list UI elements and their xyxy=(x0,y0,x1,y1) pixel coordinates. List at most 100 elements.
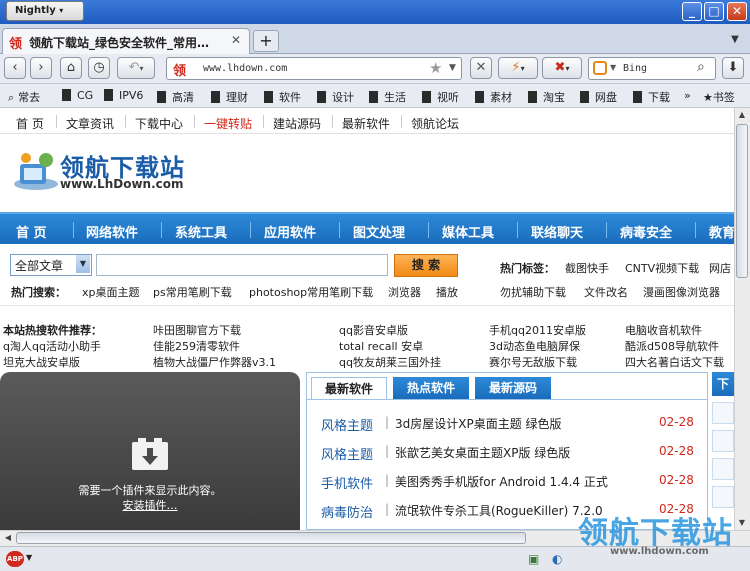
side-list-item[interactable] xyxy=(712,402,734,424)
hot-software-link[interactable]: 酷派d508导航软件 xyxy=(625,338,719,354)
bing-engine-icon[interactable] xyxy=(593,61,607,75)
stop-button[interactable]: ✕ xyxy=(470,57,492,79)
bookmark-item[interactable]: 下载 xyxy=(633,89,670,105)
home-button[interactable]: ⌂ xyxy=(60,57,82,79)
bookmark-item[interactable]: 理财 xyxy=(211,89,248,105)
scroll-left-icon[interactable]: ◀ xyxy=(0,533,16,542)
chevron-down-icon[interactable]: ▼ xyxy=(26,553,32,562)
url-bar[interactable]: 领 www.lhdown.com ★ ▼ xyxy=(166,57,462,80)
bookmarks-menu-button[interactable]: ★书签 xyxy=(703,89,735,105)
mainnav-item[interactable]: 联络聊天 xyxy=(531,222,583,241)
maximize-button[interactable]: □ xyxy=(704,2,724,21)
hot-tag-link[interactable]: 勿扰辅助下载 xyxy=(500,284,566,300)
scroll-up-icon[interactable]: ▲ xyxy=(734,110,750,119)
topnav-link[interactable]: 领航论坛 xyxy=(411,115,459,132)
tab-hot-software[interactable]: 热点软件 xyxy=(393,377,469,399)
hot-software-link[interactable]: 佳能259清零软件 xyxy=(153,338,240,354)
news-title[interactable]: 美图秀秀手机版for Android 1.4.4 正式 xyxy=(395,473,608,490)
news-title[interactable]: 3d房屋设计XP桌面主题 绿色版 xyxy=(395,415,562,432)
mainnav-item[interactable]: 图文处理 xyxy=(353,222,405,241)
mainnav-item[interactable]: 媒体工具 xyxy=(442,222,494,241)
topnav-link[interactable]: 建站源码 xyxy=(273,115,321,132)
tab-latest-source[interactable]: 最新源码 xyxy=(475,377,551,399)
news-row[interactable]: 风格主题 | 张歆艺美女桌面主题XP版 绿色版 02-28 xyxy=(321,444,701,466)
hot-software-link[interactable]: qq影音安卓版 xyxy=(339,322,408,338)
news-category[interactable]: 风格主题 xyxy=(321,415,373,434)
adblock-icon[interactable]: ABP xyxy=(6,551,24,567)
bookmark-item[interactable]: 设计 xyxy=(317,89,354,105)
topnav-link[interactable]: 最新软件 xyxy=(342,115,390,132)
topnav-link-highlight[interactable]: 一键转贴 xyxy=(204,115,252,132)
minimize-button[interactable]: _ xyxy=(682,2,702,21)
side-list-item[interactable] xyxy=(712,486,734,508)
browser-tab[interactable]: 领 领航下载站_绿色安全软件_常用… ✕ xyxy=(2,28,250,54)
close-tab-icon[interactable]: ✕ xyxy=(231,33,241,47)
hot-software-link[interactable]: 咔田图聊官方下载 xyxy=(153,322,241,338)
url-dropdown-icon[interactable]: ▼ xyxy=(449,63,456,73)
news-row[interactable]: 风格主题 | 3d房屋设计XP桌面主题 绿色版 02-28 xyxy=(321,415,701,437)
search-magnifier-icon[interactable]: ⌕ xyxy=(697,59,705,75)
history-button[interactable]: ◷ xyxy=(88,57,110,79)
bookmark-item[interactable]: 生活 xyxy=(369,89,406,105)
hot-software-link[interactable]: 手机qq2011安卓版 xyxy=(489,322,586,338)
missing-plugin-placeholder[interactable]: 需要一个插件来显示此内容。 安装插件… xyxy=(0,372,300,530)
side-list-item[interactable] xyxy=(712,430,734,452)
scroll-down-icon[interactable]: ▼ xyxy=(734,518,750,527)
site-search-button[interactable]: 搜 索 xyxy=(394,254,458,277)
bookmark-item[interactable]: 网盘 xyxy=(580,89,617,105)
bookmark-item[interactable]: IPV6 xyxy=(104,89,143,102)
hot-tag-link[interactable]: 截图快手 xyxy=(565,260,609,276)
bookmark-item[interactable]: 高清 xyxy=(157,89,194,105)
news-title[interactable]: 流氓软件专杀工具(RogueKiller) 7.2.0 xyxy=(395,502,603,519)
topnav-link[interactable]: 下载中心 xyxy=(135,115,183,132)
side-list-item[interactable] xyxy=(712,458,734,480)
forward-button[interactable]: › xyxy=(30,57,52,79)
horizontal-scroll-thumb[interactable] xyxy=(16,532,526,544)
hot-tag-link[interactable]: 网店 xyxy=(709,260,731,276)
news-title[interactable]: 张歆艺美女桌面主题XP版 绿色版 xyxy=(395,444,570,461)
hot-tag-link[interactable]: 文件改名 xyxy=(584,284,628,300)
mainnav-item[interactable]: 系统工具 xyxy=(175,222,227,241)
hot-keyword-link[interactable]: ps常用笔刷下载 xyxy=(153,284,232,300)
tab-latest-software[interactable]: 最新软件 xyxy=(311,377,387,399)
bookmark-item[interactable]: 素材 xyxy=(475,89,512,105)
bookmark-item[interactable]: 软件 xyxy=(264,89,301,105)
news-category[interactable]: 病毒防治 xyxy=(321,502,373,521)
news-row[interactable]: 手机软件 | 美图秀秀手机版for Android 1.4.4 正式 02-28 xyxy=(321,473,701,495)
chevron-down-icon[interactable]: ▼ xyxy=(610,63,616,72)
mainnav-item[interactable]: 病毒安全 xyxy=(620,222,672,241)
chevron-down-icon[interactable]: ▼ xyxy=(76,255,90,273)
bookmark-star-icon[interactable]: ★ xyxy=(429,59,442,77)
bookmark-item[interactable]: 淘宝 xyxy=(528,89,565,105)
hot-software-link[interactable]: 坦克大战安卓版 xyxy=(3,354,80,370)
logo-icon[interactable] xyxy=(12,150,60,192)
hot-keyword-link[interactable]: 浏览器 xyxy=(388,284,421,300)
topnav-link[interactable]: 文章资讯 xyxy=(66,115,114,132)
hot-keyword-link[interactable]: 播放 xyxy=(436,284,458,300)
close-window-button[interactable]: ✕ xyxy=(727,2,747,21)
hot-software-link[interactable]: 植物大战僵尸作弊器v3.1 xyxy=(153,354,276,370)
mainnav-item[interactable]: 应用软件 xyxy=(264,222,316,241)
mainnav-item[interactable]: 教育 xyxy=(709,222,734,241)
bookmark-item[interactable]: CG xyxy=(62,89,93,102)
search-bar[interactable]: ▼ Bing ⌕ xyxy=(588,57,716,80)
downloads-button[interactable]: ⬇ xyxy=(722,57,744,79)
tab-list-button[interactable]: ▼ xyxy=(725,30,745,50)
bookmarks-overflow-icon[interactable]: » xyxy=(684,89,691,102)
hot-tag-link[interactable]: CNTV视频下载 xyxy=(625,260,699,276)
hot-software-link[interactable]: qq牧友胡莱三国外挂 xyxy=(339,354,441,370)
hot-software-link[interactable]: 四大名著白话文下载 xyxy=(625,354,724,370)
vertical-scroll-thumb[interactable] xyxy=(736,124,748,278)
hot-software-link[interactable]: 3d动态鱼电脑屏保 xyxy=(489,338,580,354)
hot-software-link[interactable]: 赛尔号无敌版下载 xyxy=(489,354,577,370)
mainnav-item-home[interactable]: 首 页 xyxy=(16,222,47,241)
hot-tag-link[interactable]: 漫画图像浏览器 xyxy=(643,284,720,300)
app-menu-button[interactable]: Nightly ▾ xyxy=(6,1,84,21)
hot-software-link[interactable]: q淘人qq活动小助手 xyxy=(3,338,101,354)
hot-software-link[interactable]: total recall 安卓 xyxy=(339,338,423,354)
topnav-link[interactable]: 首 页 xyxy=(16,115,44,132)
site-search-input[interactable] xyxy=(96,254,388,276)
new-tab-button[interactable]: + xyxy=(253,30,279,52)
hot-keyword-link[interactable]: xp桌面主题 xyxy=(82,284,140,300)
hot-keyword-link[interactable]: photoshop常用笔刷下载 xyxy=(249,284,373,300)
